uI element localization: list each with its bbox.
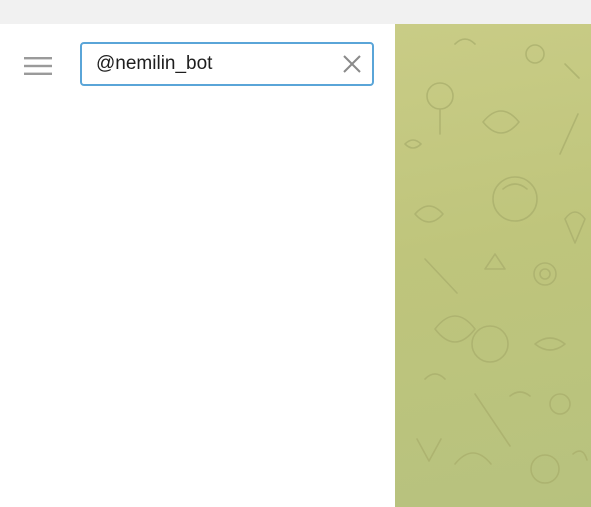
window-titlebar xyxy=(0,0,591,24)
chat-background xyxy=(395,24,591,507)
menu-button[interactable] xyxy=(18,51,58,81)
clear-search-button[interactable] xyxy=(340,52,364,76)
doodle-pattern xyxy=(404,38,588,484)
hamburger-menu-icon xyxy=(24,57,52,75)
search-box[interactable] xyxy=(80,42,374,86)
sidebar xyxy=(0,24,395,507)
close-icon xyxy=(343,55,361,73)
search-input[interactable] xyxy=(96,44,326,84)
